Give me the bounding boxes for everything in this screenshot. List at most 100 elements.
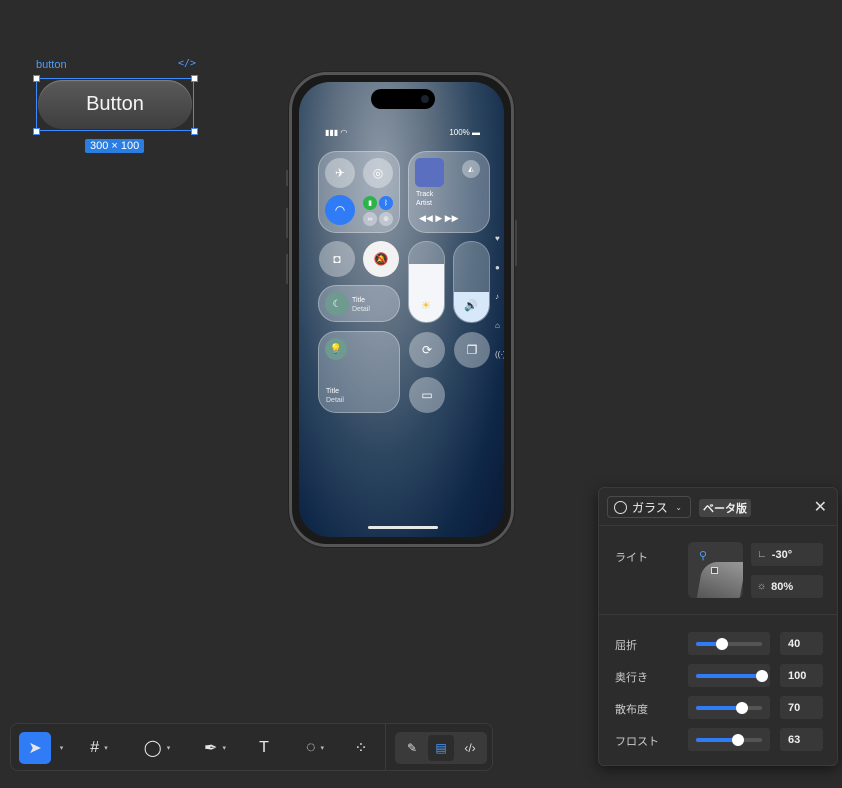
antenna-icon[interactable]: ((·)) [495,350,504,359]
light-preview-shape [696,562,743,598]
brightness-slider[interactable]: ☀ [408,241,445,323]
home-indicator[interactable] [368,526,438,529]
glass-button-label: Button [86,93,144,115]
size-badge: 300 × 100 [85,139,145,153]
comment-icon: ◌ [305,739,316,756]
pen-icon: ✒ [204,740,218,757]
resize-handle-tr[interactable] [191,75,198,82]
silent-mode-icon[interactable]: 🔕 [363,241,399,277]
draw-icon: ✎ [406,741,418,755]
light-source-icon[interactable]: ⚲ [699,549,707,562]
code-icon: ‹/› [464,741,476,755]
music-icon[interactable]: ♪ [495,292,499,301]
design-mode-button[interactable]: ▤ [428,735,454,761]
frost-slider[interactable] [688,728,770,751]
glass-material-icon [614,500,627,514]
page-dot-icon[interactable]: ● [495,263,500,272]
chevron-down-icon: ▾ [320,745,325,752]
frost-value[interactable]: 63 [780,728,823,751]
media-tile[interactable]: ◭ Track Artist ◀◀ ▶ ▶▶ [408,151,490,233]
draw-mode-button[interactable]: ✎ [399,735,425,761]
sun-icon: ☀ [421,300,431,312]
panel-divider [599,614,837,615]
focus-tile[interactable]: ☾ Title Detail [318,285,400,322]
media-controls[interactable]: ◀◀ ▶ ▶▶ [419,213,459,224]
light-angle-value: -30° [771,548,793,561]
angle-icon: ∟ [757,549,767,560]
refraction-label: 屈折 [615,640,637,652]
dynamic-island [371,89,435,109]
light-angle-field[interactable]: ∟ -30° [751,543,823,566]
moon-icon: ☾ [325,292,349,316]
frame-tool-button[interactable]: # ▾ [77,732,121,764]
glass-properties-panel: ガラス ⌄ ベータ版 ✕ ライト ⚲ ∟ -30° ☼ 80% 屈折 40 奥行… [598,487,838,766]
code-icon[interactable]: </> [178,58,196,69]
light-intensity-field[interactable]: ☼ 80% [751,575,823,598]
large-tile[interactable]: 💡 Title Detail [318,331,400,413]
refraction-slider[interactable] [688,632,770,655]
airplay-icon[interactable]: ◭ [462,160,480,178]
heart-icon[interactable]: ♥ [495,234,500,243]
pen-tool-button[interactable]: ✒ ▾ [193,732,237,764]
bottom-toolbar: ➤ ▾ # ▾ ◯ ▾ ✒ ▾ T ◌ ▾ ⁘ ✎ ▤ ‹/› [10,723,493,771]
light-direction-pad[interactable]: ⚲ [688,542,743,598]
album-art [415,158,444,187]
camera-icon[interactable]: ◘ [319,241,355,277]
home-icon[interactable]: ⌂ [495,321,500,330]
comment-tool-button[interactable]: ◌ ▾ [291,732,339,764]
chevron-down-icon: ▾ [166,745,171,752]
components-icon: ⁘ [354,740,368,757]
text-tool-button[interactable]: T [251,732,277,764]
move-tool-button[interactable]: ➤ [19,732,51,764]
dispersion-slider[interactable] [688,696,770,719]
speaker-icon: 🔊 [464,300,478,312]
light-handle[interactable] [711,567,718,574]
refraction-value[interactable]: 40 [780,632,823,655]
close-icon[interactable]: ✕ [814,497,827,517]
text-icon: T [259,739,269,756]
phone-frame[interactable]: ▮▮▮ ◠ 100% ▬ ✈ ◎ ◠ ▮ ᛒ ∞ ⊚ ◭ Track Artis… [289,72,514,547]
design-icon: ▤ [435,741,447,755]
dev-mode-button[interactable]: ‹/› [457,735,483,761]
chevron-down-icon: ▾ [222,745,226,752]
frost-label: フロスト [615,736,659,748]
large-tile-detail: Detail [326,397,344,404]
airplane-icon[interactable]: ✈ [325,158,355,188]
screen-mirror-icon[interactable]: ❐ [454,332,490,368]
move-tool-dropdown[interactable]: ▾ [53,732,65,764]
focus-mode-icon[interactable]: ⊚ [379,212,393,226]
dispersion-value[interactable]: 70 [780,696,823,719]
selected-layer-label: button [36,59,67,71]
hotspot-icon[interactable]: ∞ [363,212,377,226]
beta-badge: ベータ版 [699,499,751,517]
depth-value[interactable]: 100 [780,664,823,687]
depth-label: 奥行き [615,672,648,684]
depth-slider[interactable] [688,664,770,687]
volume-slider[interactable]: 🔊 [453,241,490,323]
bluetooth-icon[interactable]: ᛒ [379,196,393,210]
signal-wifi-icon: ▮▮▮ ◠ [325,128,348,137]
components-tool-button[interactable]: ⁘ [349,732,373,764]
media-artist: Artist [416,200,432,207]
cursor-arrow-icon: ➤ [28,740,42,757]
low-power-icon[interactable]: ▭ [409,377,445,413]
large-tile-title: Title [326,388,339,395]
resize-handle-tl[interactable] [33,75,40,82]
wifi-icon[interactable]: ◠ [325,195,355,225]
brightness-icon: ☼ [757,581,767,592]
glass-button[interactable]: Button [38,80,192,129]
connectivity-tile[interactable]: ✈ ◎ ◠ ▮ ᛒ ∞ ⊚ [318,151,400,233]
material-dropdown[interactable]: ガラス ⌄ [607,496,691,518]
dispersion-label: 散布度 [615,704,648,716]
battery-status: 100% ▬ [449,128,480,137]
rotation-lock-icon[interactable]: ⟳ [409,332,445,368]
resize-handle-br[interactable] [191,128,198,135]
resize-handle-bl[interactable] [33,128,40,135]
phone-screen: ▮▮▮ ◠ 100% ▬ ✈ ◎ ◠ ▮ ᛒ ∞ ⊚ ◭ Track Artis… [299,82,504,537]
light-label: ライト [615,552,648,564]
cellular-icon[interactable]: ▮ [363,196,377,210]
ellipse-tool-button[interactable]: ◯ ▾ [134,732,180,764]
frame-icon: # [90,739,100,756]
airdrop-icon[interactable]: ◎ [363,158,393,188]
panel-header: ガラス ⌄ ベータ版 ✕ [599,488,837,526]
